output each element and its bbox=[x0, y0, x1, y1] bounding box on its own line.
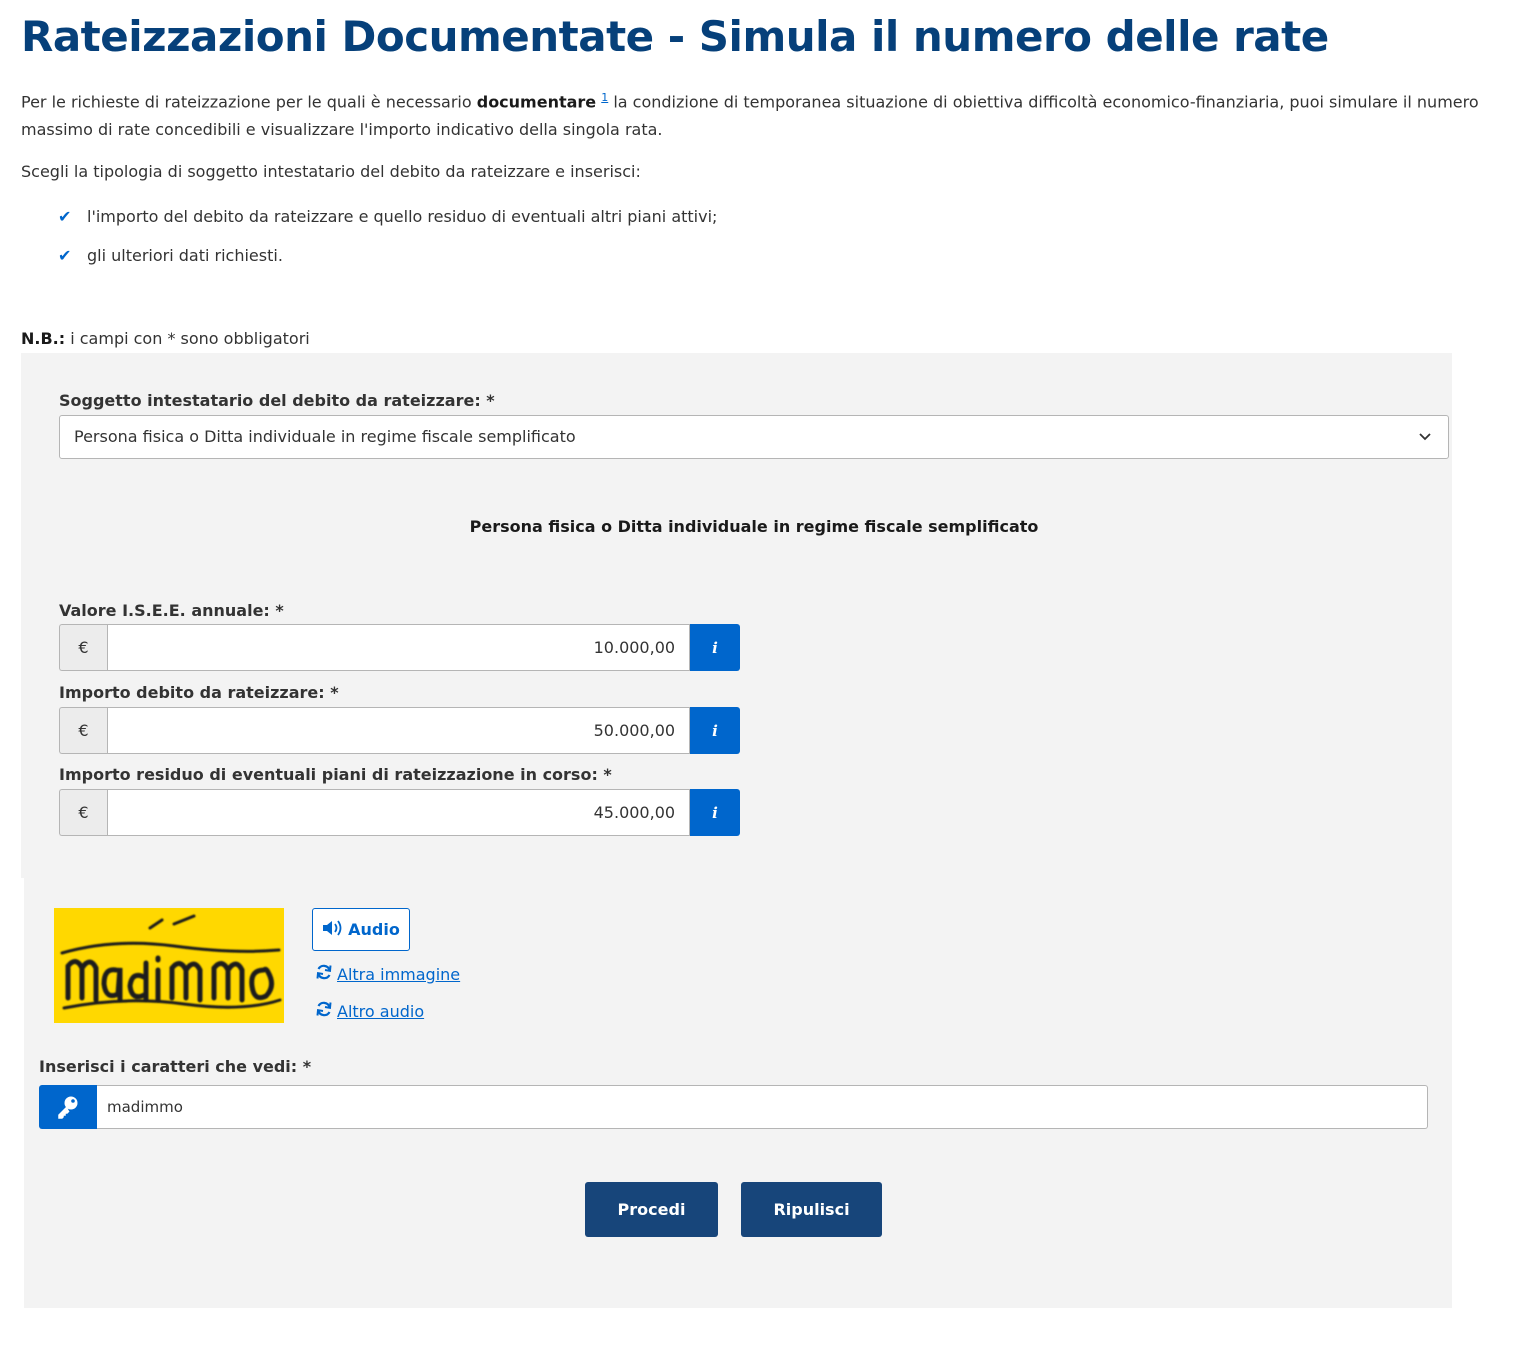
residual-amount-input[interactable]: 45.000,00 bbox=[106, 789, 691, 836]
proceed-button[interactable]: Procedi bbox=[585, 1182, 718, 1237]
key-icon bbox=[39, 1085, 97, 1129]
list-item: ✔ l'importo del debito da rateizzare e qu… bbox=[58, 203, 717, 242]
residual-amount-label: Importo residuo di eventuali piani di ra… bbox=[59, 765, 612, 784]
instruction-text: Scegli la tipologia di soggetto intestat… bbox=[21, 162, 641, 181]
isee-label: Valore I.S.E.E. annuale: * bbox=[59, 601, 284, 620]
debt-amount-input[interactable]: 50.000,00 bbox=[106, 707, 691, 754]
audio-button[interactable]: Audio bbox=[312, 908, 410, 951]
captcha-input[interactable]: madimmo bbox=[97, 1085, 1428, 1129]
checkmark-icon: ✔ bbox=[58, 207, 72, 226]
info-icon[interactable]: i bbox=[690, 707, 740, 754]
list-item: ✔ gli ulteriori dati richiesti. bbox=[58, 242, 717, 281]
refresh-icon bbox=[315, 963, 333, 986]
requirements-list: ✔ l'importo del debito da rateizzare e qu… bbox=[58, 203, 717, 281]
isee-input[interactable]: 10.000,00 bbox=[106, 624, 691, 671]
intro-bold: documentare bbox=[476, 92, 597, 112]
captcha-image bbox=[54, 908, 284, 1023]
currency-addon: € bbox=[59, 624, 107, 671]
chevron-down-icon bbox=[1418, 416, 1432, 475]
subject-label: Soggetto intestatario del debito da rate… bbox=[59, 391, 495, 410]
debt-amount-field-group: € 50.000,00 i bbox=[59, 707, 740, 754]
captcha-field-group: madimmo bbox=[39, 1085, 1428, 1129]
captcha-input-label: Inserisci i caratteri che vedi: * bbox=[39, 1057, 312, 1076]
debt-amount-label: Importo debito da rateizzare: * bbox=[59, 683, 339, 702]
checkmark-icon: ✔ bbox=[58, 246, 72, 265]
residual-amount-field-group: € 45.000,00 i bbox=[59, 789, 740, 836]
info-icon[interactable]: i bbox=[690, 789, 740, 836]
currency-addon: € bbox=[59, 707, 107, 754]
required-note: N.B.: i campi con * sono obbligatori bbox=[21, 329, 310, 348]
subject-select[interactable]: Persona fisica o Ditta individuale in re… bbox=[59, 415, 1449, 459]
refresh-icon bbox=[315, 1000, 333, 1023]
other-audio-link[interactable]: Altro audio bbox=[315, 1000, 424, 1023]
currency-addon: € bbox=[59, 789, 107, 836]
page-title: Rateizzazioni Documentate - Simula il nu… bbox=[21, 12, 1329, 61]
isee-field-group: € 10.000,00 i bbox=[59, 624, 740, 671]
clear-button[interactable]: Ripulisci bbox=[741, 1182, 882, 1237]
info-icon[interactable]: i bbox=[690, 624, 740, 671]
intro-paragraph: Per le richieste di rateizzazione per le… bbox=[21, 91, 1479, 140]
section-heading: Persona fisica o Ditta individuale in re… bbox=[469, 517, 1039, 536]
speaker-icon bbox=[322, 919, 346, 941]
other-image-link[interactable]: Altra immagine bbox=[315, 963, 460, 986]
